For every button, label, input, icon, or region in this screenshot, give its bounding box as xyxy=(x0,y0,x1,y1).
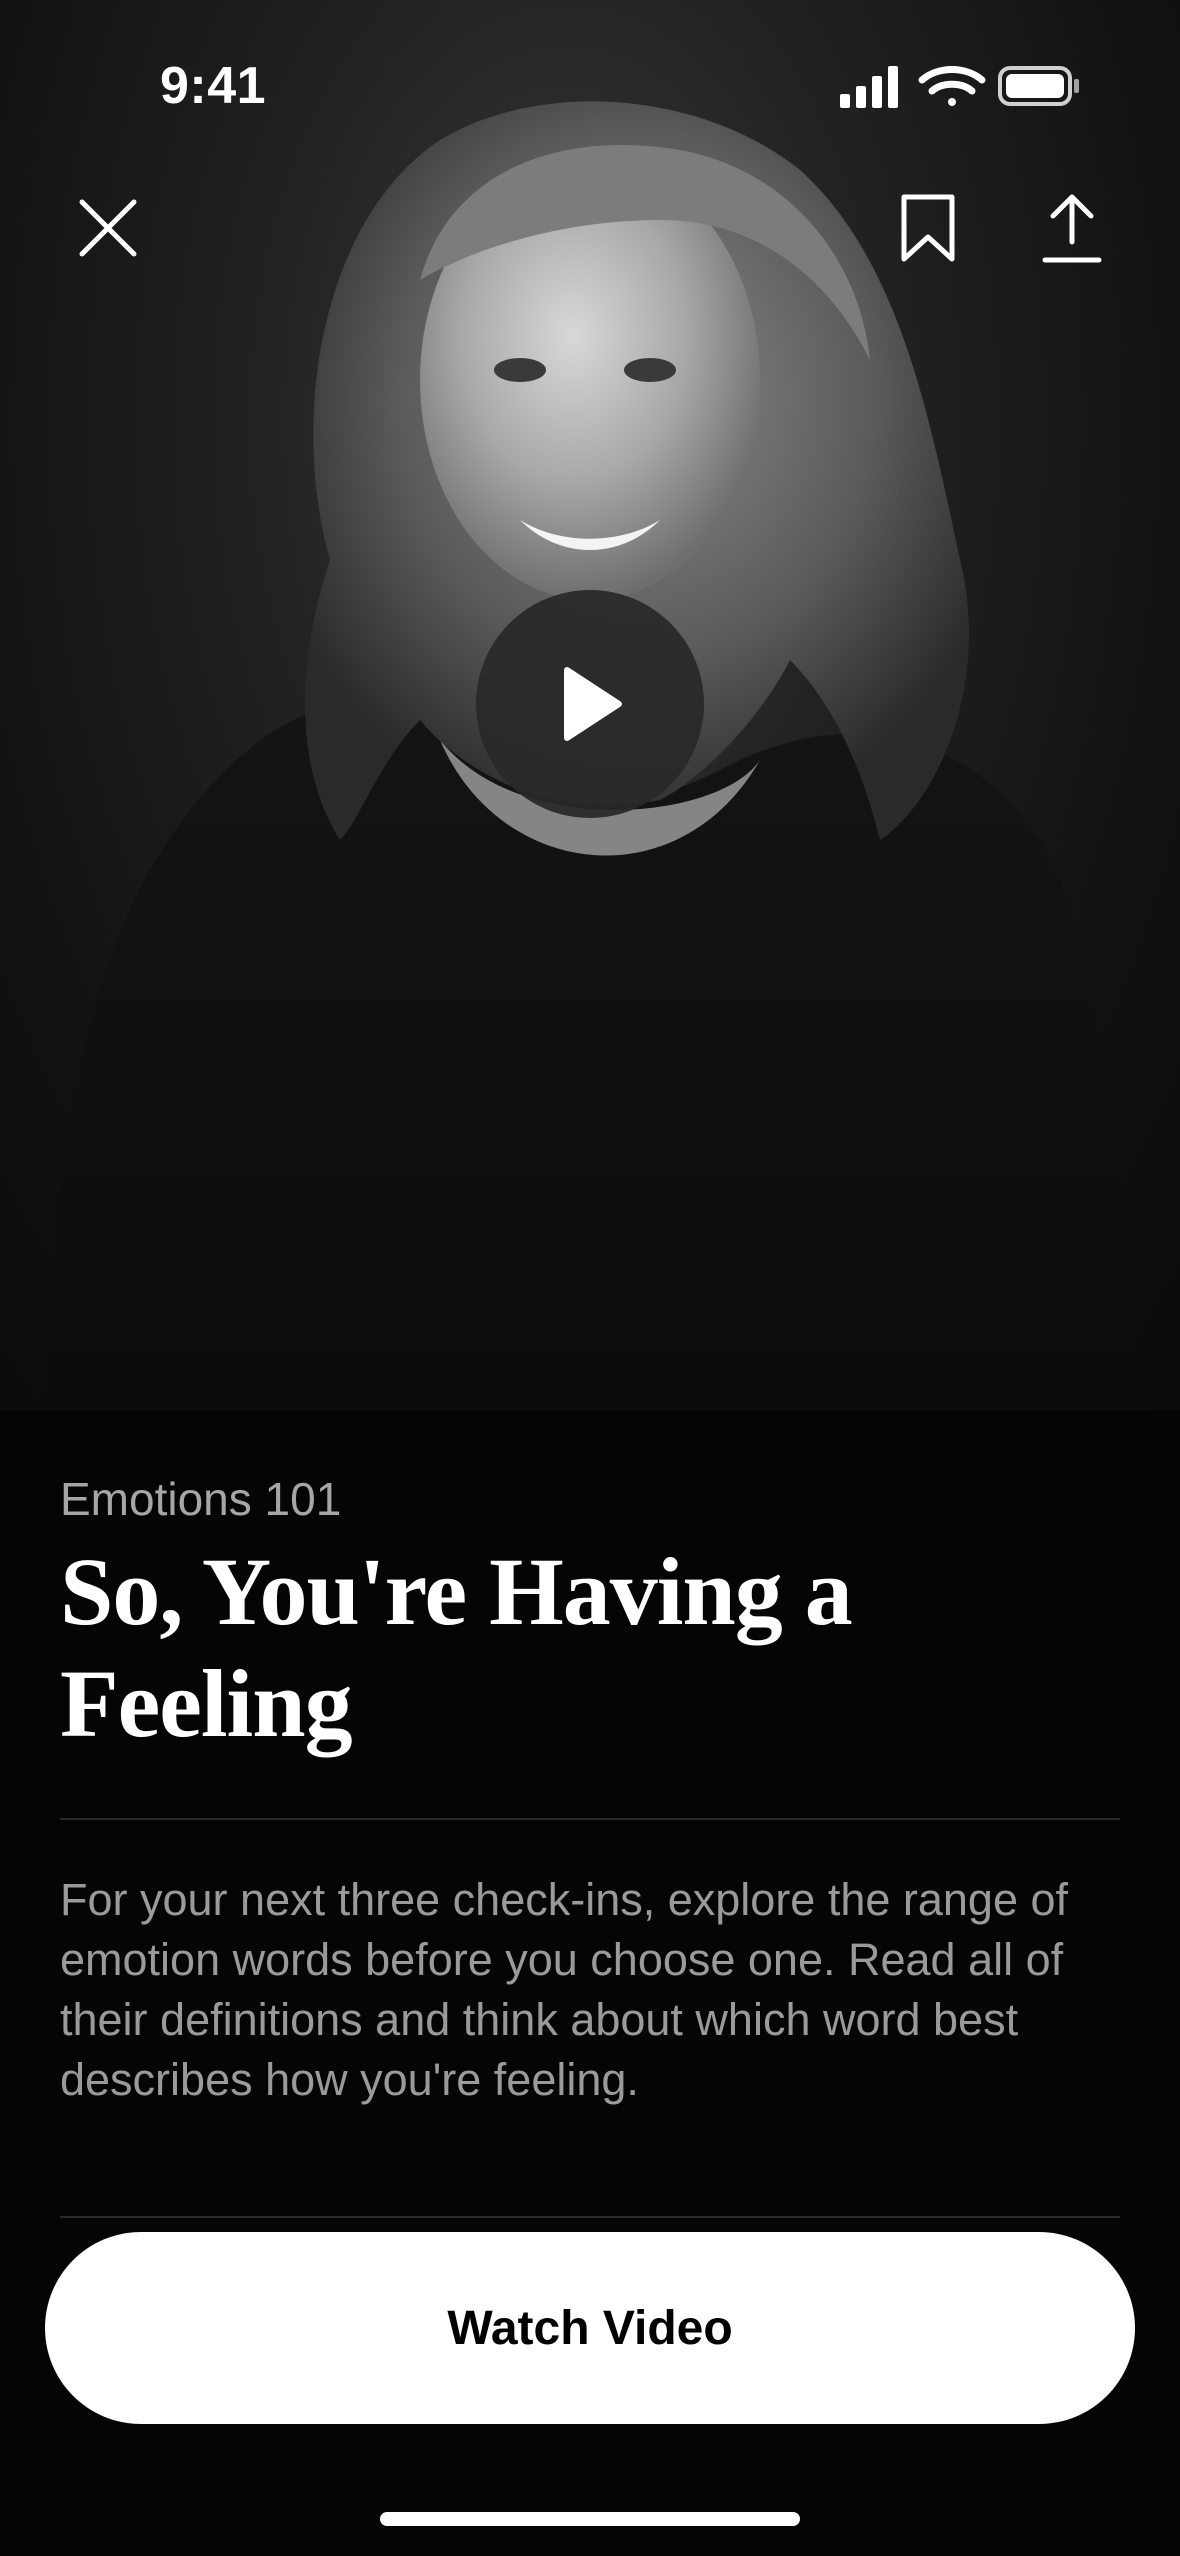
divider xyxy=(60,2216,1120,2218)
status-icons xyxy=(840,66,1079,108)
play-button[interactable] xyxy=(476,590,704,818)
close-icon xyxy=(79,199,137,257)
lesson-category: Emotions 101 xyxy=(60,1473,342,1525)
lesson-description: For your next three check-ins, explore t… xyxy=(60,1874,1069,2105)
status-bar: 9:41 xyxy=(0,0,1180,160)
watch-video-button[interactable]: Watch Video xyxy=(45,2232,1135,2424)
close-button[interactable] xyxy=(58,178,158,278)
status-time: 9:41 xyxy=(160,57,267,115)
divider xyxy=(60,1818,1120,1820)
share-icon xyxy=(1042,194,1102,263)
wifi-icon xyxy=(918,66,986,106)
bookmark-icon xyxy=(901,194,955,262)
cellular-signal-icon xyxy=(840,66,898,108)
battery-icon xyxy=(998,66,1079,106)
play-icon xyxy=(564,667,622,741)
lesson-title: So, You're Having a Feeling xyxy=(60,1538,853,1757)
share-button[interactable] xyxy=(1022,178,1122,278)
bookmark-button[interactable] xyxy=(878,178,978,278)
home-indicator xyxy=(380,2512,800,2526)
